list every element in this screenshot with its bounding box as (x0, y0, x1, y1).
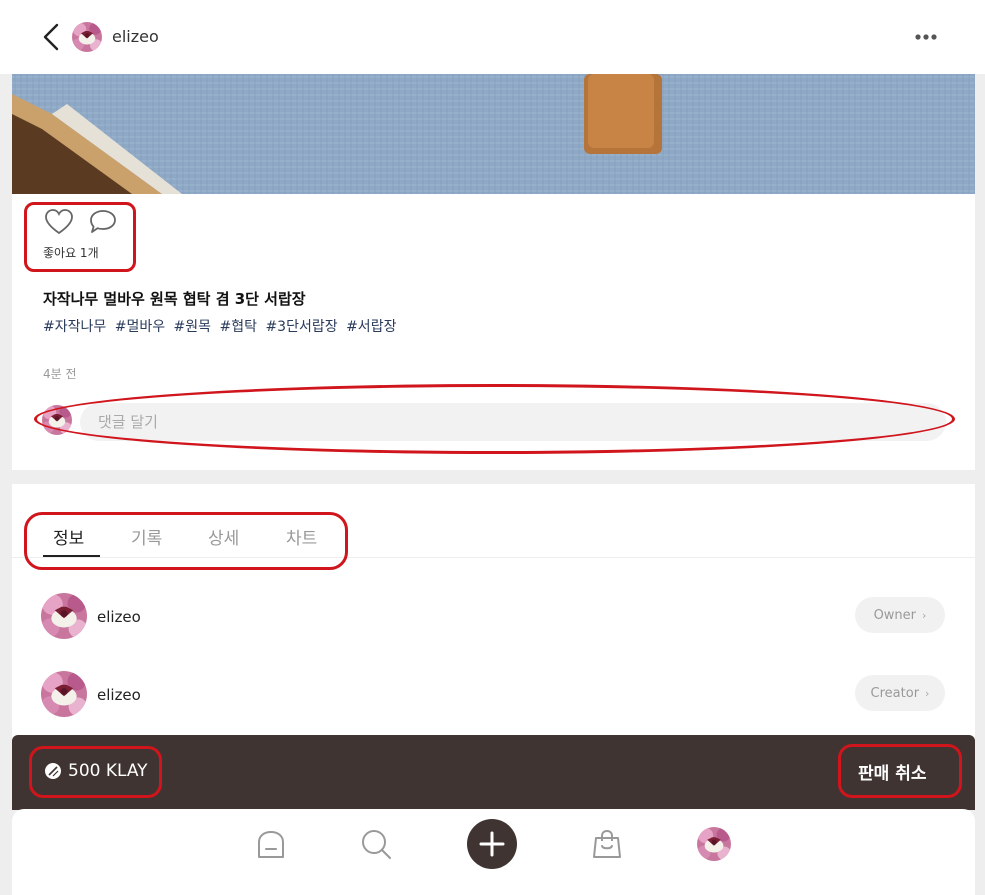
search-icon (362, 830, 391, 859)
top-bar: elizeo (0, 0, 985, 74)
tab-info[interactable]: 정보 (53, 524, 84, 549)
klay-icon (45, 763, 61, 779)
comment-icon (90, 210, 116, 233)
tab-history[interactable]: 기록 (131, 524, 162, 549)
home-icon (258, 831, 284, 858)
nav-shop[interactable] (590, 827, 624, 861)
more-button[interactable] (906, 26, 946, 48)
hashtag[interactable]: #원목 (174, 319, 212, 335)
nav-home[interactable] (254, 827, 288, 861)
more-horizontal-icon (915, 34, 937, 40)
active-tab-indicator (43, 555, 100, 557)
avatar (42, 405, 72, 435)
tab-bar: 정보 기록 상세 차트 (12, 484, 975, 558)
creator-badge-label: Creator (870, 685, 920, 701)
info-card: 정보 기록 상세 차트 elizeo Owner › elizeo Creato… (12, 484, 975, 744)
creator-badge[interactable]: Creator › (855, 675, 945, 711)
back-button[interactable] (36, 20, 66, 54)
post-title: 자작나무 멀바우 원목 협탁 겸 3단 서랍장 (43, 290, 306, 308)
hashtag[interactable]: #3단서랍장 (265, 319, 337, 335)
nav-search[interactable] (359, 827, 393, 861)
like-button[interactable] (44, 208, 74, 236)
hashtag[interactable]: #서랍장 (346, 319, 396, 335)
post-card: 좋아요 1개 자작나무 멀바우 원목 협탁 겸 3단 서랍장 #자작나무 #멀바… (12, 74, 975, 470)
owner-name[interactable]: elizeo (97, 608, 141, 626)
comment-button[interactable] (88, 208, 118, 236)
username[interactable]: elizeo (112, 27, 159, 46)
price-display: 500 KLAY (44, 761, 148, 781)
price-bar: 500 KLAY 판매 취소 (12, 735, 975, 810)
owner-badge[interactable]: Owner › (855, 597, 945, 633)
hashtag[interactable]: #협탁 (220, 319, 258, 335)
hashtags: #자작나무 #멀바우 #원목 #협탁 #3단서랍장 #서랍장 (43, 316, 400, 336)
nav-profile-avatar[interactable] (697, 827, 731, 861)
price-value: 500 KLAY (68, 761, 148, 781)
plus-icon (479, 831, 505, 857)
creator-name[interactable]: elizeo (97, 686, 141, 704)
bag-icon (593, 829, 621, 858)
comment-input[interactable] (80, 403, 946, 441)
chevron-right-icon: › (922, 608, 927, 622)
chevron-left-icon (43, 23, 59, 51)
likes-count[interactable]: 좋아요 1개 (43, 244, 99, 261)
add-button[interactable] (467, 819, 517, 869)
bottom-nav (12, 809, 975, 895)
heart-icon (45, 209, 73, 235)
hashtag[interactable]: #멀바우 (115, 319, 165, 335)
avatar[interactable] (72, 22, 102, 52)
owner-badge-label: Owner (873, 607, 917, 623)
owner-avatar[interactable] (41, 593, 87, 639)
tab-detail[interactable]: 상세 (208, 524, 239, 549)
creator-avatar[interactable] (41, 671, 87, 717)
tab-chart[interactable]: 차트 (286, 524, 317, 549)
post-image (12, 74, 975, 194)
post-timestamp: 4분 전 (43, 367, 77, 381)
hashtag[interactable]: #자작나무 (43, 319, 106, 335)
cancel-sale-button[interactable]: 판매 취소 (858, 759, 926, 784)
chevron-right-icon: › (925, 686, 930, 700)
